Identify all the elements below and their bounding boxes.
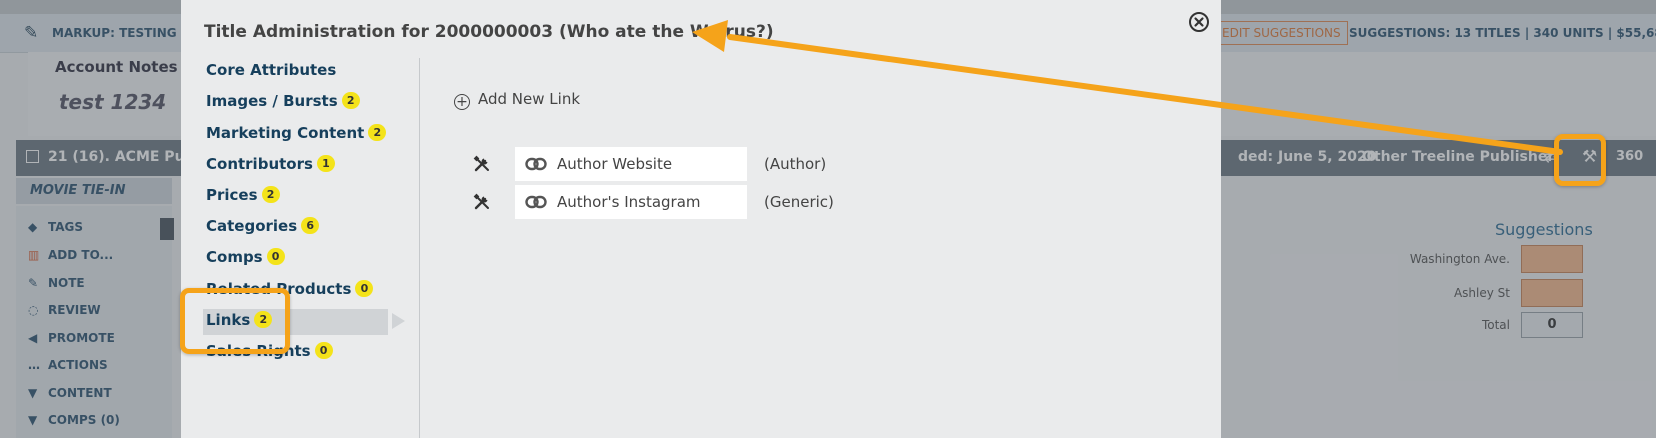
callout-arrow: [692, 20, 1563, 155]
